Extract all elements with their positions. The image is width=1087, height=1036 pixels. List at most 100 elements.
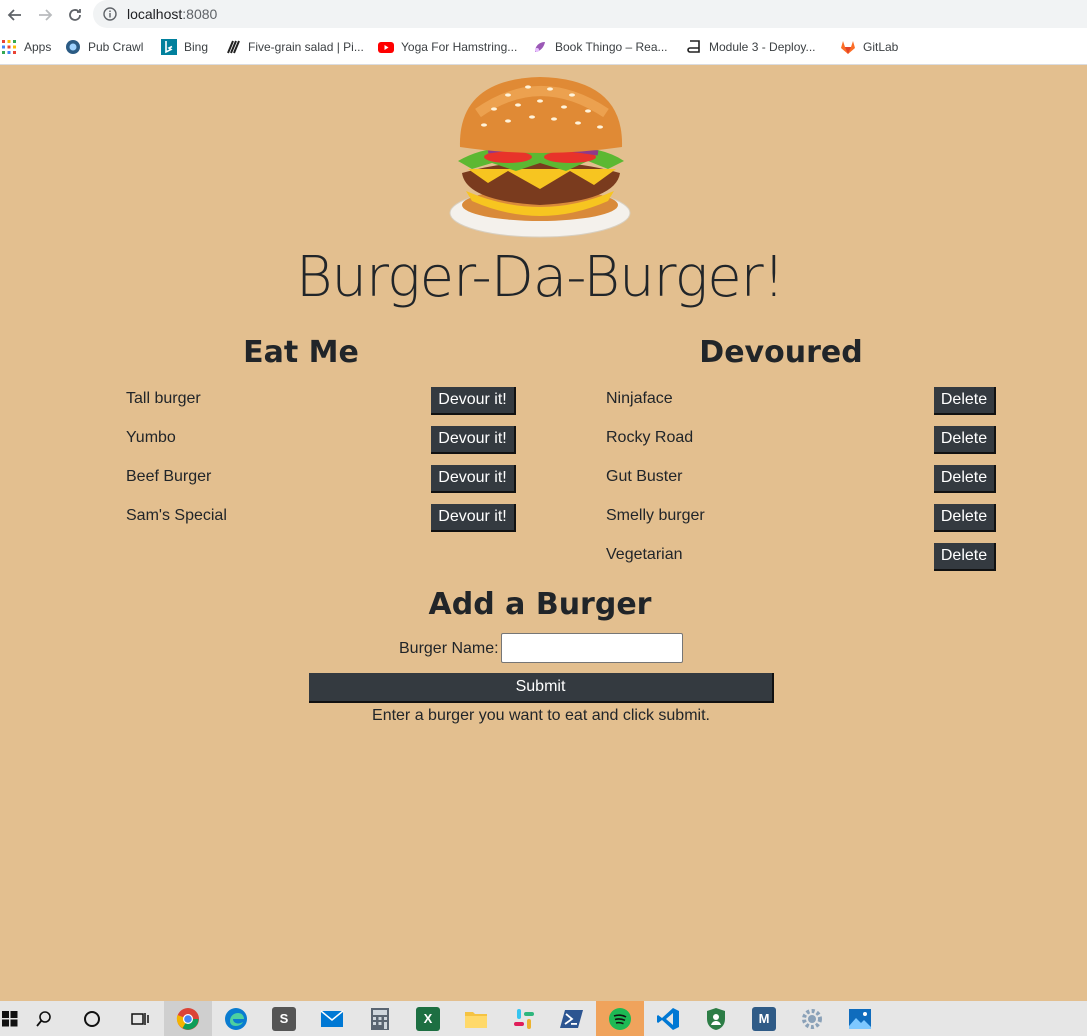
burger-name-label: Burger Name: <box>399 640 499 657</box>
mysql-icon: M <box>752 1006 776 1031</box>
bookmark-label: Apps <box>24 40 52 54</box>
mail-icon <box>320 1009 344 1027</box>
bookmark-pub-crawl[interactable]: Pub Crawl <box>65 39 143 55</box>
taskbar-search[interactable] <box>20 1001 68 1036</box>
burger-name-input[interactable] <box>501 633 683 663</box>
burger-name: Ninjaface <box>606 390 673 407</box>
burger-name: Gut Buster <box>606 468 683 485</box>
forward-arrow-icon <box>39 9 53 21</box>
taskbar-vscode[interactable] <box>644 1001 692 1036</box>
devoured-heading: Devoured <box>699 335 863 370</box>
taskbar-cortana[interactable] <box>68 1001 116 1036</box>
salad-site-icon <box>227 40 240 54</box>
bookmark-label: Module 3 - Deploy... <box>709 40 816 54</box>
taskbar-file-explorer[interactable] <box>452 1001 500 1036</box>
taskbar-calculator[interactable] <box>356 1001 404 1036</box>
chrome-icon <box>176 1007 199 1030</box>
devour-button[interactable]: Devour it! <box>431 465 516 493</box>
vscode-icon <box>657 1007 679 1030</box>
spotify-icon <box>609 1007 631 1030</box>
file-explorer-icon <box>465 1011 487 1028</box>
start-icon <box>2 1010 18 1026</box>
bing-icon <box>161 39 177 55</box>
burger-name: Vegetarian <box>606 546 683 563</box>
security-icon <box>707 1007 725 1030</box>
back-arrow-icon <box>7 9 21 21</box>
url-port: :8080 <box>182 6 218 22</box>
taskbar-task-view[interactable] <box>116 1001 164 1036</box>
forward-button[interactable] <box>30 0 60 30</box>
browser-toolbar: localhost:8080 <box>0 0 1087 30</box>
burger-name: Sam's Special <box>126 507 227 524</box>
pub-crawl-icon <box>66 40 80 54</box>
delete-button[interactable]: Delete <box>934 504 996 532</box>
powershell-icon <box>560 1009 583 1028</box>
burger-name: Yumbo <box>126 429 176 446</box>
task-view-icon <box>131 1012 149 1025</box>
excel-icon: X <box>416 1006 440 1031</box>
bookmark-label: Five-grain salad | Pi... <box>248 40 364 54</box>
taskbar-powershell[interactable] <box>548 1001 596 1036</box>
settings-icon <box>802 1008 822 1029</box>
youtube-icon <box>378 42 394 53</box>
taskbar-mail[interactable] <box>308 1001 356 1036</box>
burger-name: Smelly burger <box>606 507 705 524</box>
bookmark-label: Book Thingo – Rea... <box>555 40 668 54</box>
bookmark-label: Pub Crawl <box>88 40 144 54</box>
apps-grid-icon <box>2 40 16 54</box>
calculator-icon <box>371 1007 389 1030</box>
page-content: Burger-Da-Burger! Eat Me Tall burger Dev… <box>0 65 1087 1001</box>
burger-name: Tall burger <box>126 390 201 407</box>
taskbar-scrivener[interactable]: S <box>260 1001 308 1036</box>
taskbar-spotify[interactable] <box>596 1001 644 1036</box>
start-button[interactable] <box>0 1001 20 1036</box>
back-button[interactable] <box>0 0 30 30</box>
bookmark-apps[interactable]: Apps <box>1 39 51 55</box>
edge-icon <box>225 1007 247 1030</box>
bookmark-bing[interactable]: Bing <box>161 39 208 55</box>
taskbar-chrome[interactable] <box>164 1001 212 1036</box>
photos-icon <box>849 1008 871 1029</box>
search-icon <box>36 1010 51 1027</box>
bookmarks-bar: Apps Pub Crawl Bing Five-grain salad | P… <box>0 30 1087 65</box>
slack-icon <box>514 1008 534 1029</box>
burger-image <box>449 77 631 238</box>
reload-button[interactable] <box>60 0 90 30</box>
taskbar-mysql-workbench[interactable]: M <box>740 1001 788 1036</box>
taskbar-security[interactable] <box>692 1001 740 1036</box>
address-bar[interactable]: localhost:8080 <box>93 0 1087 28</box>
eat-me-heading: Eat Me <box>243 335 359 370</box>
reload-icon <box>69 9 81 21</box>
delete-button[interactable]: Delete <box>934 387 996 415</box>
delete-button[interactable]: Delete <box>934 543 996 571</box>
taskbar-edge[interactable] <box>212 1001 260 1036</box>
helper-text: Enter a burger you want to eat and click… <box>372 707 710 724</box>
delete-button[interactable]: Delete <box>934 426 996 454</box>
bookmark-label: Bing <box>184 40 209 54</box>
bookmark-gitlab[interactable]: GitLab <box>840 39 898 55</box>
add-burger-heading: Add a Burger <box>428 587 652 622</box>
bookmark-module-3[interactable]: Module 3 - Deploy... <box>686 39 816 55</box>
bookmark-five-grain-salad[interactable]: Five-grain salad | Pi... <box>225 39 364 55</box>
taskbar-slack[interactable] <box>500 1001 548 1036</box>
bookmark-label: Yoga For Hamstring... <box>401 40 518 54</box>
submit-button[interactable]: Submit <box>309 673 774 703</box>
info-icon[interactable] <box>103 7 117 21</box>
delete-button[interactable]: Delete <box>934 465 996 493</box>
taskbar-excel[interactable]: X <box>404 1001 452 1036</box>
url-host: localhost <box>127 6 183 22</box>
cortana-icon <box>84 1010 100 1027</box>
burger-name: Rocky Road <box>606 429 694 446</box>
devour-button[interactable]: Devour it! <box>431 387 516 415</box>
bookmark-book-thingo[interactable]: Book Thingo – Rea... <box>532 39 668 55</box>
devour-button[interactable]: Devour it! <box>431 426 516 454</box>
devour-button[interactable]: Devour it! <box>431 504 516 532</box>
bookmark-label: GitLab <box>863 40 899 54</box>
taskbar-settings[interactable] <box>788 1001 836 1036</box>
page-title: Burger-Da-Burger! <box>295 245 785 310</box>
module-book-icon <box>687 40 700 53</box>
taskbar: S X M <box>0 1001 1087 1036</box>
scrivener-icon: S <box>272 1006 296 1031</box>
taskbar-photos[interactable] <box>836 1001 884 1036</box>
bookmark-yoga[interactable]: Yoga For Hamstring... <box>378 39 517 55</box>
